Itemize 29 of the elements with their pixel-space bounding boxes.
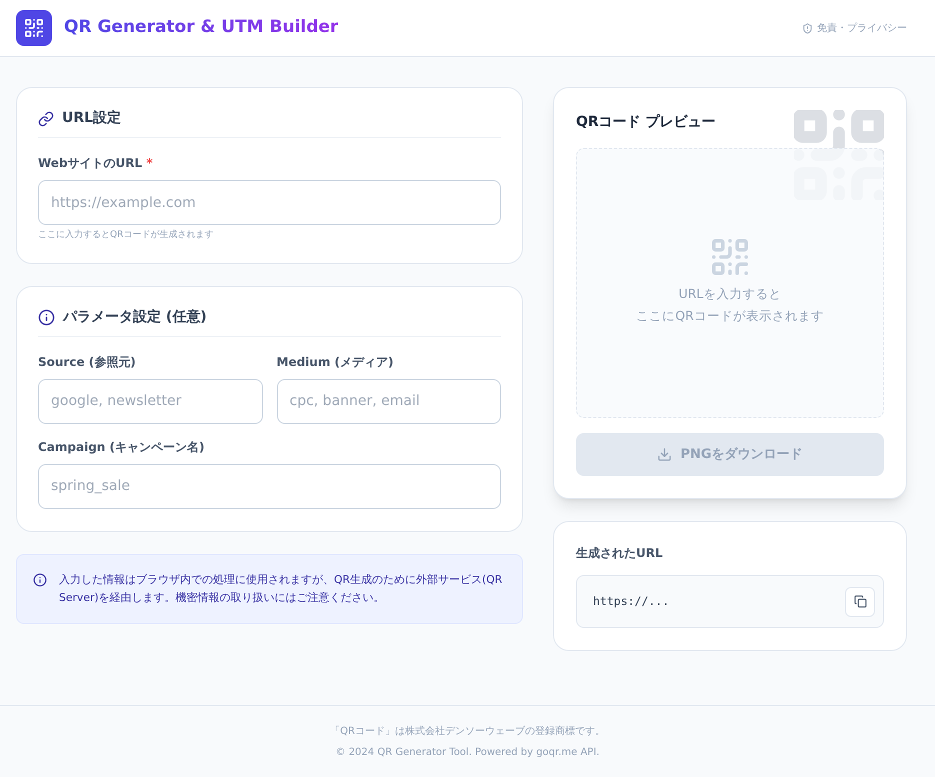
card-title: URL設定 <box>62 108 122 128</box>
input-field[interactable]: cpc, banner, email <box>276 378 501 424</box>
empty-message: ここにQRコードが表示されます <box>636 307 824 325</box>
field-label: Medium (メディア) <box>276 354 394 370</box>
card-title: 生成されたURL <box>576 545 664 562</box>
link-icon <box>38 110 54 126</box>
privacy-link[interactable]: 免責・プライバシー <box>802 20 907 36</box>
card-title: パラメータ設定 (任意) <box>63 308 207 326</box>
footer-text: © 2024 QR Generator Tool. Powered by goqr.me API. <box>336 746 600 760</box>
input-field[interactable]: google, newsletter <box>38 378 262 424</box>
generated-url: https://... <box>593 592 670 610</box>
notice-text: 入力した情報はブラウザ内での処理に使用されますが、QR生成のために外部サービス(QR Server)を経由します。機密情報の取り扱いにはご注意ください。 <box>59 572 504 606</box>
url-input-field[interactable]: https://example.com <box>38 180 501 225</box>
qr-logo-icon <box>16 10 52 46</box>
empty-message: URLを入力すると <box>678 285 782 303</box>
copy-icon <box>854 595 866 608</box>
footer-text: 「QRコード」は株式会社デンソーウェーブの登録商標です。 <box>330 724 605 738</box>
info-icon <box>38 308 55 326</box>
field-hint: ここに入力するとQRコードが生成されます <box>38 229 214 242</box>
field-label: Source (参照元) <box>38 354 137 370</box>
field-label: WebサイトのURL * <box>38 155 154 172</box>
download-icon <box>657 447 672 462</box>
card-title: QRコード プレビュー <box>576 113 717 132</box>
input-field[interactable]: spring_sale <box>38 464 501 508</box>
shield-icon <box>802 22 813 34</box>
copy-button[interactable] <box>845 586 875 616</box>
qr-icon <box>712 239 748 275</box>
info-icon <box>33 572 47 586</box>
field-label: Campaign (キャンペーン名) <box>38 438 206 456</box>
